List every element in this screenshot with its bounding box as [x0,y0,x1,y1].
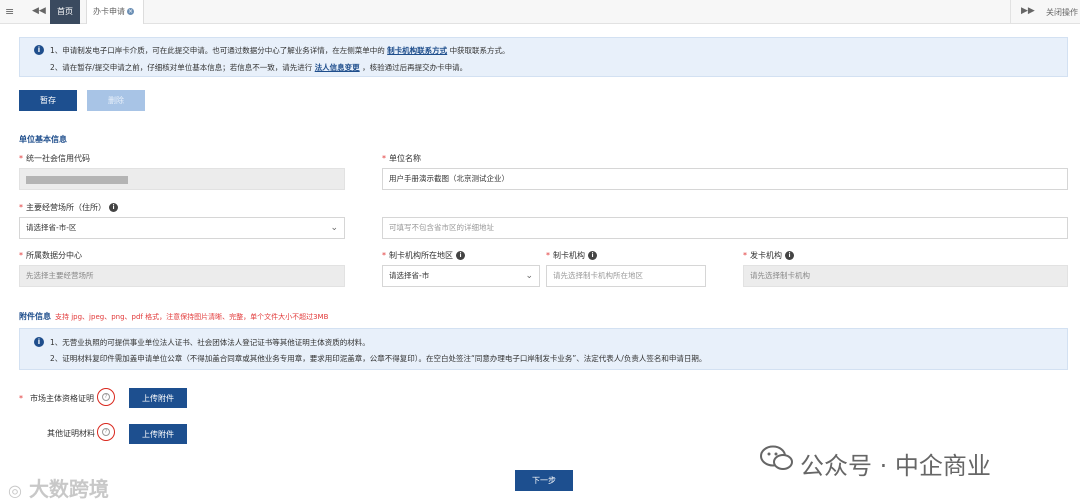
divider [1010,0,1011,24]
help-icon[interactable]: i [456,251,465,260]
data-center-field: 先选择主要经营场所 [19,265,345,287]
card-region-select[interactable]: 请选择省-市 ⌄ [382,265,540,287]
notice-line-1: 1、申请制发电子口岸卡介质，可在此提交申请。也可通过数据分中心了解业务详情，在左… [50,46,510,55]
legal-info-change-link[interactable]: 法人信息变更 [315,63,360,72]
save-button[interactable]: 暂存 [19,90,77,111]
tab-card-application[interactable]: 办卡申请 × [86,0,144,24]
help-icon[interactable]: i [785,251,794,260]
notice-top: i 1、申请制发电子口岸卡介质，可在此提交申请。也可通过数据分中心了解业务详情，… [19,37,1068,77]
masked-value [26,176,128,184]
delete-button[interactable]: 删除 [87,90,145,111]
close-operations-button[interactable]: 关闭操作 [1046,7,1078,18]
format-note: 支持 jpg、jpeg、png、pdf 格式，注意保持图片清晰、完整，单个文件大… [55,313,329,321]
attach-note-line-2: 2、证明材料复印件需加盖申请单位公章（不得加盖合同章或其他业务专用章，要求用印泥… [50,354,707,363]
next-step-button[interactable]: 下一步 [515,470,573,491]
help-icon[interactable]: i [109,203,118,212]
issue-org-label: * 发卡机构 i [743,250,794,261]
card-region-label: * 制卡机构所在地区 i [382,250,465,261]
notice-attachments: i 1、无营业执照的可提供事业单位法人证书、社会团体法人登记证书等其他证明主体资… [19,328,1068,370]
card-org-select[interactable]: 请先选择制卡机构所在地区 [546,265,706,287]
wechat-icon [760,445,793,470]
market-qualification-label: * 市场主体资格证明 [19,394,94,403]
company-name-label: * 单位名称 [382,154,421,163]
scroll-left-icon[interactable]: ◀◀ [32,6,46,16]
upload-other-proof-button[interactable]: 上传附件 [129,424,187,444]
chevron-down-icon: ⌄ [525,271,533,281]
attach-note-line-1: 1、无营业执照的可提供事业单位法人证书、社会团体法人登记证书等其他证明主体资质的… [50,338,370,347]
tab-bar: ≡ ◀◀ 首页 办卡申请 × ▶▶ 关闭操作 [0,0,1080,24]
info-icon: i [34,45,44,55]
close-icon[interactable]: × [127,8,134,15]
issue-org-field: 请先选择制卡机构 [743,265,1068,287]
upload-market-qualification-button[interactable]: 上传附件 [129,388,187,408]
notice-line-2: 2、请在暂存/提交申请之前，仔细核对单位基本信息；若信息不一致，请先进行 法人信… [50,63,468,72]
chevron-down-icon: ⌄ [330,223,338,233]
other-proof-label: 其他证明材料 [47,429,95,438]
section-title-basic-info: 单位基本信息 [19,135,67,144]
watermark-logo-icon: ◎ [8,481,22,500]
section-title-attachments: 附件信息 支持 jpg、jpeg、png、pdf 格式，注意保持图片清晰、完整，单… [19,312,329,321]
help-icon[interactable]: ? [97,388,115,406]
watermark-right: 公众号 · 中企商业 [800,452,991,480]
card-org-label: * 制卡机构 i [546,250,597,261]
scroll-right-icon[interactable]: ▶▶ [1021,6,1035,16]
help-icon[interactable]: i [588,251,597,260]
watermark-left: ◎ 大数跨境 [8,477,109,501]
address-detail-input[interactable]: 可填写不包含省市区的详细地址 [382,217,1068,239]
card-org-contact-link[interactable]: 制卡机构联系方式 [387,46,447,55]
tab-card-application-label: 办卡申请 [93,7,125,16]
address-select[interactable]: 请选择省-市-区 ⌄ [19,217,345,239]
tab-home[interactable]: 首页 [50,0,80,24]
credit-code-field [19,168,345,190]
info-icon: i [34,337,44,347]
help-icon[interactable]: ? [97,423,115,441]
menu-icon[interactable]: ≡ [5,5,14,18]
address-label: * 主要经营场所（住所） i [19,202,118,213]
company-name-field[interactable]: 用户手册演示截图（北京测试企业） [382,168,1068,190]
data-center-label: * 所属数据分中心 [19,251,82,260]
credit-code-label: * 统一社会信用代码 [19,154,90,163]
